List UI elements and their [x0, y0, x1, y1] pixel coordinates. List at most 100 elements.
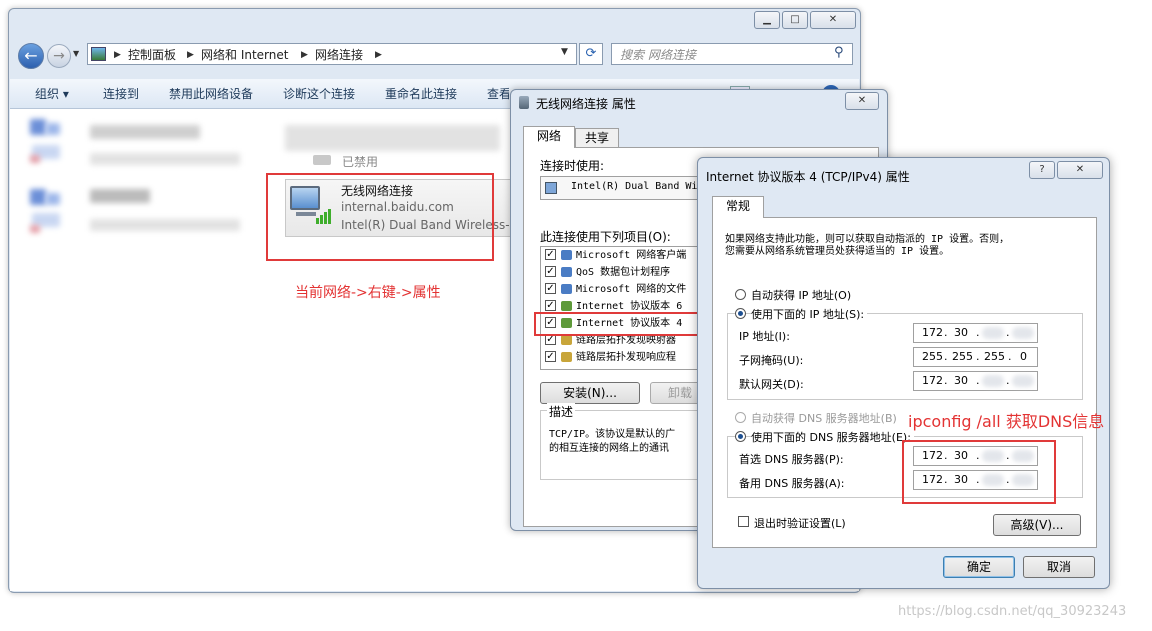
breadcrumb-separator-icon: ▶: [375, 50, 382, 60]
mask-octet: 255: [922, 350, 943, 363]
gw-octet: 172: [922, 374, 943, 387]
blurred-adapter-icon: [30, 119, 46, 135]
diagnose-button[interactable]: 诊断这个连接: [283, 79, 355, 109]
ip-address-label: IP 地址(I):: [739, 330, 790, 343]
breadcrumb-network-connections[interactable]: 网络连接: [315, 46, 363, 64]
highlight-box: [902, 440, 1056, 504]
component-icon: [561, 284, 572, 294]
items-list: ✓ Microsoft 网络客户端 ✓ QoS 数据包计划程序 ✓ Microsoft 网…: [540, 246, 710, 370]
view-status-button[interactable]: 查看此连接的状态: [487, 79, 509, 109]
watermark: https://blog.csdn.net/qq_30923243: [898, 604, 1127, 619]
item-checkbox[interactable]: ✓: [545, 266, 556, 277]
ok-button[interactable]: 确定: [943, 556, 1015, 578]
search-input[interactable]: 搜索 网络连接 ⚲: [611, 43, 853, 65]
search-icon[interactable]: ⚲: [834, 45, 844, 60]
item-checkbox[interactable]: ✓: [545, 351, 556, 362]
item-checkbox[interactable]: ✓: [545, 283, 556, 294]
description-group: 描述 TCP/IP。该协议是默认的广 的相互连接的网络上的通讯: [540, 403, 710, 480]
manual-dns-radio[interactable]: [735, 431, 746, 442]
minimize-button[interactable]: ▁: [754, 11, 780, 29]
maximize-button[interactable]: □: [782, 11, 808, 29]
back-icon[interactable]: ←: [18, 43, 44, 69]
dialog-title: Internet 协议版本 4 (TCP/IPv4) 属性: [706, 170, 910, 184]
validate-checkbox[interactable]: [738, 516, 749, 527]
rename-button[interactable]: 重命名此连接: [385, 79, 457, 109]
breadcrumb-separator-icon: ▶: [187, 50, 194, 60]
mask-octet: 0: [1020, 350, 1027, 363]
blurred-text: [285, 125, 500, 151]
item-label: Microsoft 网络的文件: [576, 284, 687, 295]
forward-icon[interactable]: →: [47, 44, 71, 68]
list-item[interactable]: ✓ Microsoft 网络的文件: [541, 281, 709, 298]
blurred-text: [90, 189, 150, 203]
items-label: 此连接使用下列项目(O):: [540, 230, 671, 244]
item-label: Microsoft 网络客户端: [576, 250, 687, 261]
auto-dns-label: 自动获得 DNS 服务器地址(B): [751, 412, 897, 425]
disabled-status: 已禁用: [342, 155, 379, 169]
description-title: 描述: [547, 403, 576, 420]
description-line: 的相互连接的网络上的通讯: [549, 443, 669, 454]
organize-button[interactable]: 组织 ▾: [35, 79, 69, 109]
highlight-box: [266, 173, 494, 261]
blurred-adapter-icon: [46, 123, 60, 135]
advanced-button[interactable]: 高级(V)...: [993, 514, 1081, 536]
close-button[interactable]: ✕: [845, 92, 879, 110]
close-button[interactable]: ✕: [810, 11, 856, 29]
blurred-adapter-icon: [46, 193, 60, 205]
list-item[interactable]: ✓ Microsoft 网络客户端: [541, 247, 709, 264]
breadcrumb-separator-icon: ▶: [114, 50, 121, 60]
auto-ip-label: 自动获得 IP 地址(O): [751, 289, 852, 302]
cancel-button[interactable]: 取消: [1023, 556, 1095, 578]
blurred-adapter-icon: [30, 189, 46, 205]
disabled-adapter-icon: [313, 155, 331, 165]
search-placeholder: 搜索 网络连接: [620, 48, 696, 62]
dialog-title: 无线网络连接 属性: [536, 97, 636, 111]
control-panel-icon: [91, 47, 106, 61]
gw-octet: 30: [954, 374, 968, 387]
address-dropdown-icon[interactable]: ▼: [561, 47, 568, 57]
tab-network[interactable]: 网络: [523, 126, 575, 148]
adapter-small-icon: [519, 96, 529, 109]
subnet-mask-label: 子网掩码(U):: [739, 354, 804, 367]
annotation-ipconfig: ipconfig /all 获取DNS信息: [908, 412, 1105, 431]
blurred-text: [90, 125, 200, 139]
highlight-box: [534, 312, 720, 336]
item-label: QoS 数据包计划程序: [576, 267, 671, 278]
item-label: 链路层拓扑发现响应程: [576, 352, 676, 363]
ip-address-field[interactable]: 172. 30. .: [913, 323, 1038, 343]
help-button[interactable]: ?: [1029, 161, 1055, 179]
annotation-properties: 当前网络->右键->属性: [295, 285, 441, 301]
manual-ip-label: 使用下面的 IP 地址(S):: [751, 306, 868, 322]
tab-general[interactable]: 常规: [712, 196, 764, 218]
ip-octet: 172: [922, 326, 943, 339]
subnet-mask-field[interactable]: 255. 255. 255. 0: [913, 347, 1038, 367]
adapter-icon: [545, 182, 557, 194]
manual-dns-label: 使用下面的 DNS 服务器地址(E):: [751, 429, 914, 445]
item-checkbox[interactable]: ✓: [545, 249, 556, 260]
component-icon: [561, 335, 572, 345]
blurred-adapter-icon: [30, 155, 40, 163]
component-icon: [561, 267, 572, 277]
breadcrumb-network-internet[interactable]: 网络和 Internet: [201, 46, 288, 64]
list-item[interactable]: ✓ 链路层拓扑发现响应程: [541, 349, 709, 366]
breadcrumb-control-panel[interactable]: 控制面板: [128, 46, 176, 64]
manual-ip-radio[interactable]: [735, 308, 746, 319]
auto-ip-radio[interactable]: [735, 289, 746, 300]
address-bar[interactable]: ▶ 控制面板 ▶ 网络和 Internet ▶ 网络连接 ▶ ▼: [87, 43, 577, 65]
close-button[interactable]: ✕: [1057, 161, 1103, 179]
refresh-icon[interactable]: ⟳: [579, 43, 603, 65]
item-checkbox[interactable]: ✓: [545, 300, 556, 311]
blurred-text: [90, 153, 240, 165]
install-button[interactable]: 安装(N)...: [540, 382, 640, 404]
gateway-field[interactable]: 172. 30. .: [913, 371, 1038, 391]
blurred-adapter-icon: [30, 225, 40, 233]
component-icon: [561, 250, 572, 260]
disable-device-button[interactable]: 禁用此网络设备: [169, 79, 253, 109]
auto-dns-radio[interactable]: [735, 412, 746, 423]
tab-sharing[interactable]: 共享: [575, 128, 619, 148]
ip-octet: 30: [954, 326, 968, 339]
list-item[interactable]: ✓ QoS 数据包计划程序: [541, 264, 709, 281]
connect-to-button[interactable]: 连接到: [103, 79, 139, 109]
description-line: TCP/IP。该协议是默认的广: [549, 429, 676, 440]
history-dropdown-icon[interactable]: ▼: [73, 49, 79, 58]
